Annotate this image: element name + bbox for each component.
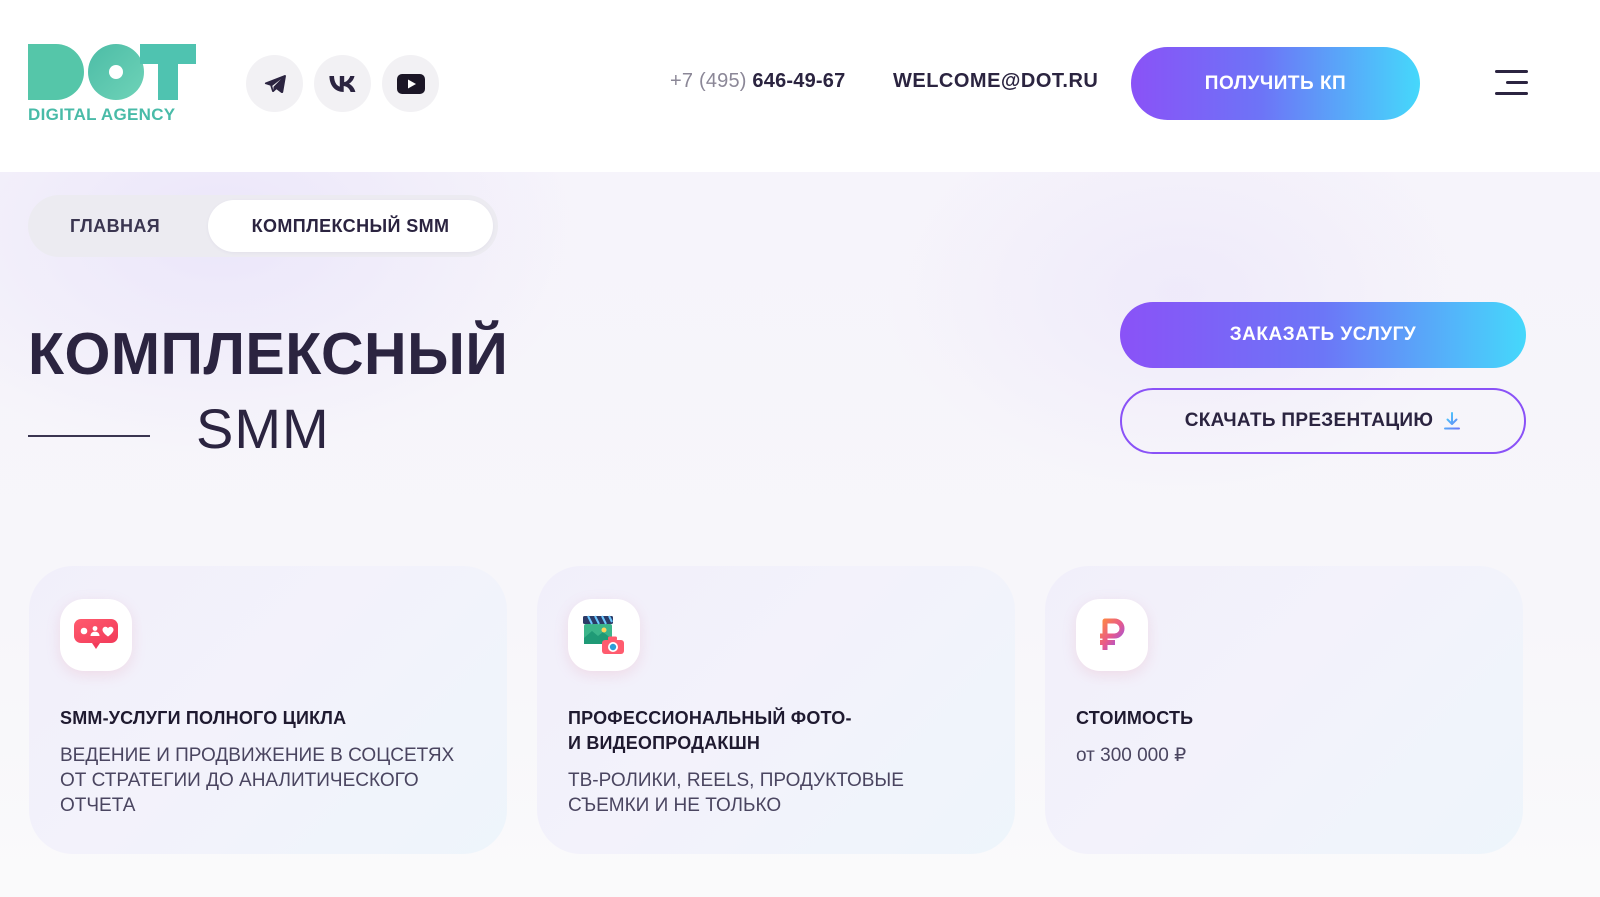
logo[interactable]: DIGITAL AGENCY (28, 44, 198, 126)
card-title: SMM-УСЛУГИ ПОЛНОГО ЦИКЛА (60, 708, 347, 728)
card-title: ПРОФЕССИОНАЛЬНЫЙ ФОТО- И ВИДЕОПРОДАКШН (568, 708, 852, 753)
logo-letter-t (140, 44, 196, 100)
service-card-smm: SMM-УСЛУГИ ПОЛНОГО ЦИКЛА ВЕДЕНИЕ И ПРОДВ… (29, 566, 507, 854)
order-service-button[interactable]: ЗАКАЗАТЬ УСЛУГУ (1120, 302, 1526, 368)
logo-mark (28, 44, 198, 100)
burger-menu-icon[interactable] (1490, 70, 1528, 96)
social-chat-icon (60, 599, 132, 671)
logo-letter-o (88, 44, 144, 100)
youtube-icon (396, 73, 425, 94)
phone-main: 646-49-67 (752, 70, 846, 92)
download-icon (1443, 411, 1461, 431)
card-description: от 300 000 ₽ (1076, 745, 1187, 766)
phone-number[interactable]: +7 (495) 646-49-67 (670, 70, 845, 93)
phone-code: +7 (495) (670, 70, 747, 92)
social-links (246, 55, 439, 112)
breadcrumb-home[interactable]: ГЛАВНАЯ (70, 216, 160, 237)
breadcrumb: ГЛАВНАЯ КОМПЛЕКСНЫЙ SMM (28, 195, 498, 257)
title-divider (28, 435, 150, 437)
youtube-link[interactable] (382, 55, 439, 112)
download-presentation-label: СКАЧАТЬ ПРЕЗЕНТАЦИЮ (1184, 410, 1434, 431)
service-card-price: СТОИМОСТЬ от 300 000 ₽ (1045, 566, 1523, 854)
vk-link[interactable] (314, 55, 371, 112)
telegram-icon (264, 74, 286, 93)
video-production-icon (568, 599, 640, 671)
card-title: СТОИМОСТЬ (1076, 708, 1194, 728)
get-offer-button[interactable]: ПОЛУЧИТЬ КП (1131, 47, 1420, 120)
vk-icon (328, 75, 355, 92)
site-header: DIGITAL AGENCY +7 (495) 646-49-67 WELCOM… (0, 0, 1600, 172)
service-card-production: ПРОФЕССИОНАЛЬНЫЙ ФОТО- И ВИДЕОПРОДАКШН Т… (537, 566, 1015, 854)
ruble-icon (1076, 599, 1148, 671)
email-link[interactable]: WELCOME@DOT.RU (893, 70, 1098, 93)
main-content: ГЛАВНАЯ КОМПЛЕКСНЫЙ SMM КОМПЛЕКСНЫЙ SMM … (0, 172, 1600, 897)
download-presentation-button[interactable]: СКАЧАТЬ ПРЕЗЕНТАЦИЮ (1120, 388, 1526, 454)
logo-tagline: DIGITAL AGENCY (28, 105, 176, 124)
logo-letter-d (28, 44, 84, 100)
page-subtitle: SMM (196, 397, 330, 460)
card-description: ТВ-РОЛИКИ, REELS, ПРОДУКТОВЫЕ СЪЕМКИ И Н… (568, 770, 904, 816)
breadcrumb-current: КОМПЛЕКСНЫЙ SMM (208, 200, 493, 252)
page-title: КОМПЛЕКСНЫЙ (28, 321, 509, 387)
telegram-link[interactable] (246, 55, 303, 112)
card-description: ВЕДЕНИЕ И ПРОДВИЖЕНИЕ В СОЦСЕТЯХ ОТ СТРА… (60, 745, 455, 816)
